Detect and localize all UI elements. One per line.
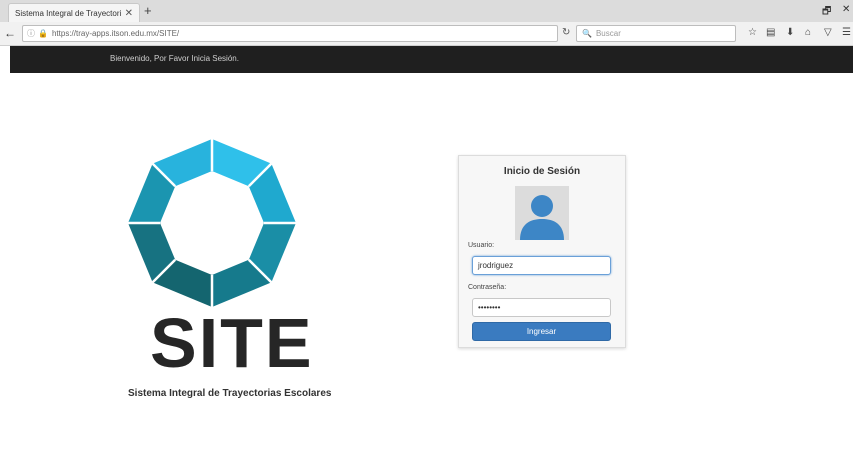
- back-arrow-icon[interactable]: ←: [4, 26, 16, 40]
- username-label: Usuario:: [468, 242, 495, 249]
- home-icon[interactable]: ⌂: [805, 27, 811, 38]
- lock-icon[interactable]: 🔒: [38, 29, 48, 38]
- search-placeholder: Buscar: [595, 29, 621, 38]
- bookmark-star-icon[interactable]: ☆: [748, 27, 757, 38]
- window-restore-icon[interactable]: 🗗: [822, 4, 831, 21]
- username-value: jrodriguez: [478, 261, 514, 270]
- reload-icon[interactable]: ↻: [562, 27, 570, 38]
- browser-tab[interactable]: Sistema Integral de Trayectorias ✕: [8, 3, 140, 22]
- username-input[interactable]: jrodriguez: [472, 256, 611, 275]
- menu-icon[interactable]: ☰: [842, 27, 851, 38]
- password-value: ••••••••: [478, 303, 501, 312]
- browser-tab-strip: Sistema Integral de Trayectorias ✕ + 🗗 ✕: [0, 0, 853, 22]
- password-label: Contraseña:: [468, 284, 507, 291]
- password-input[interactable]: ••••••••: [472, 298, 611, 317]
- browser-search-input[interactable]: 🔍 Buscar: [576, 25, 736, 42]
- login-card: Inicio de Sesión Usuario: jrodriguez Con…: [458, 155, 626, 348]
- browser-toolbar: ← ⓘ 🔒 https://tray-apps.itson.edu.mx/SIT…: [0, 22, 853, 46]
- welcome-message: Bienvenido, Por Favor Inicia Sesión.: [110, 54, 239, 63]
- site-logo-text: SITE: [150, 304, 314, 382]
- new-tab-button[interactable]: +: [144, 3, 152, 19]
- download-icon[interactable]: ⬇: [786, 27, 794, 38]
- search-icon: 🔍: [582, 29, 592, 38]
- site-subtitle: Sistema Integral de Trayectorias Escolar…: [128, 388, 332, 399]
- tab-close-icon[interactable]: ✕: [125, 8, 133, 19]
- window-close-icon[interactable]: ✕: [842, 4, 850, 15]
- site-header: Bienvenido, Por Favor Inicia Sesión.: [10, 46, 853, 73]
- reading-list-icon[interactable]: ▤: [766, 27, 775, 38]
- tab-title: Sistema Integral de Trayectorias: [15, 8, 121, 18]
- login-button[interactable]: Ingresar: [472, 322, 611, 341]
- pocket-icon[interactable]: ▽: [824, 27, 832, 38]
- login-title: Inicio de Sesión: [503, 166, 581, 177]
- user-avatar-icon: [515, 186, 569, 240]
- info-icon[interactable]: ⓘ: [27, 28, 35, 39]
- address-bar[interactable]: ⓘ 🔒 https://tray-apps.itson.edu.mx/SITE/: [22, 25, 558, 42]
- url-text: https://tray-apps.itson.edu.mx/SITE/: [51, 29, 180, 38]
- site-logo: [128, 139, 296, 307]
